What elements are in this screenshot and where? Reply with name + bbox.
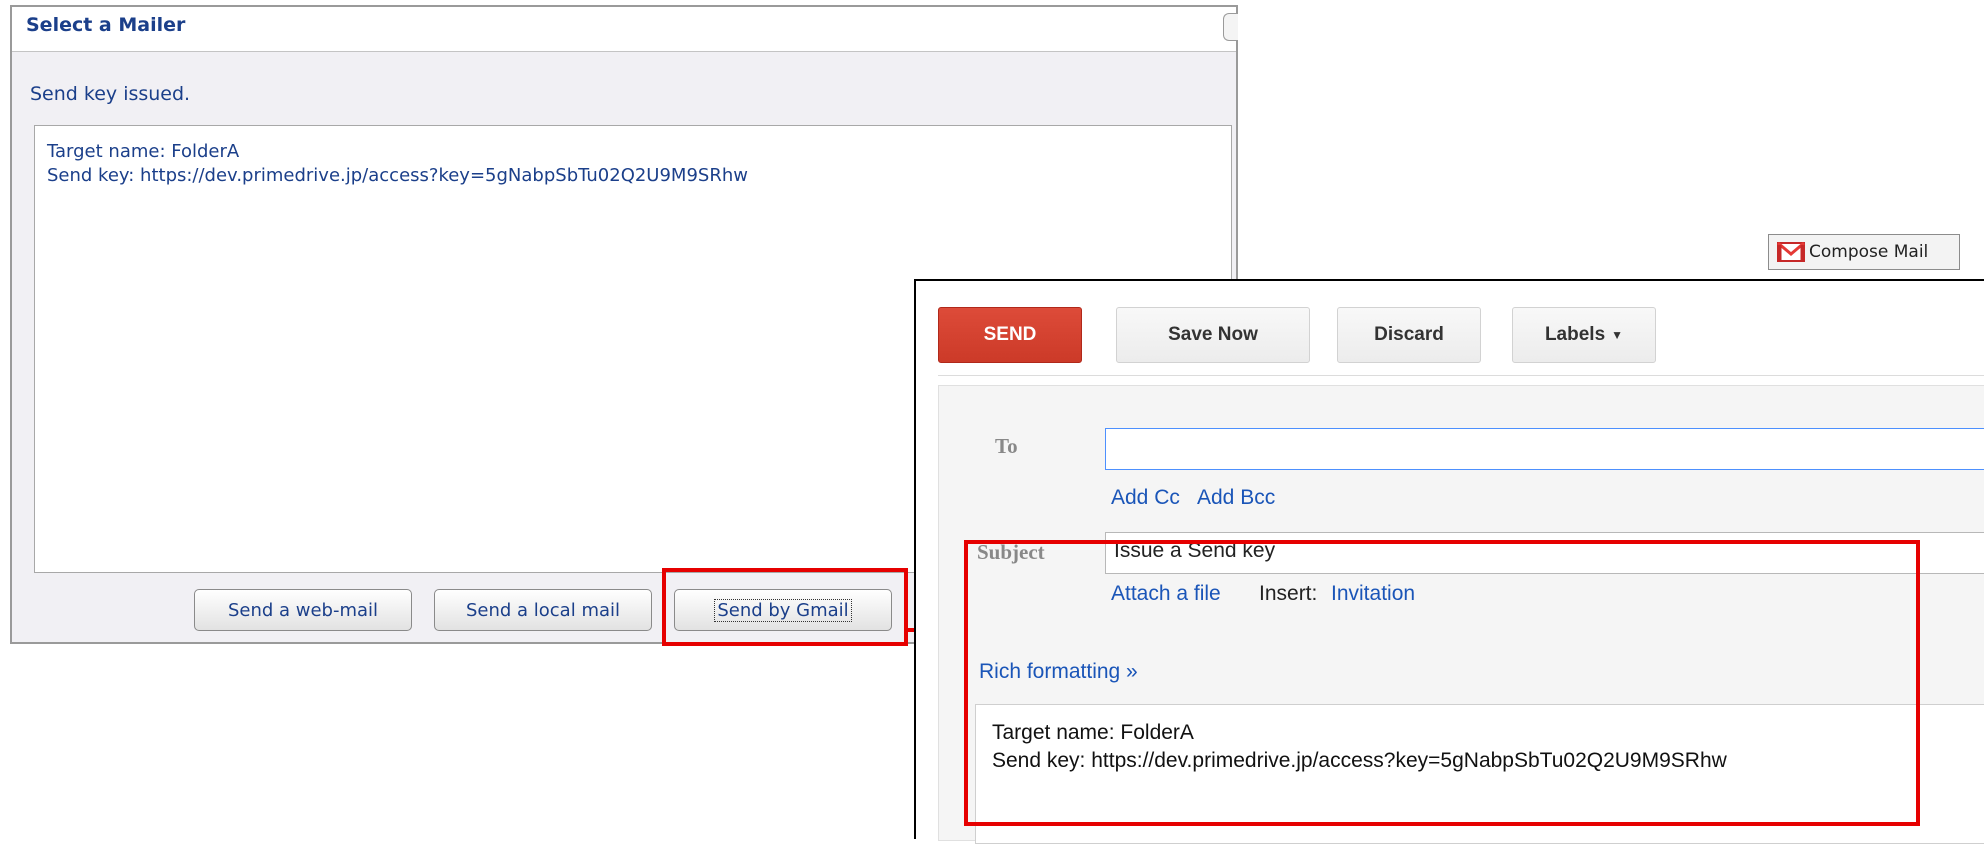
gmail-button-highlight [662, 568, 908, 646]
labels-dropdown[interactable]: Labels ▼ [1512, 307, 1656, 363]
save-now-button[interactable]: Save Now [1116, 307, 1310, 363]
compose-toolbar: SEND Save Now Discard Labels ▼ [916, 281, 1984, 369]
to-input[interactable] [1105, 428, 1984, 470]
status-message: Send key issued. [30, 83, 191, 105]
target-name-line: Target name: FolderA [47, 141, 240, 162]
gmail-icon [1777, 241, 1805, 262]
compose-mail-label: Compose Mail [1809, 242, 1929, 262]
add-cc-link[interactable]: Add Cc [1111, 486, 1180, 510]
discard-button[interactable]: Discard [1337, 307, 1481, 363]
labels-label: Labels [1544, 324, 1606, 345]
send-key-line: Send key: https://dev.primedrive.jp/acce… [47, 165, 748, 186]
chevron-down-icon: ▼ [1611, 328, 1624, 342]
compose-mail-link[interactable]: Compose Mail [1768, 234, 1960, 270]
dialog-titlebar: Select a Mailer [12, 7, 1238, 52]
subject-body-highlight [964, 540, 1920, 826]
add-bcc-link[interactable]: Add Bcc [1197, 486, 1275, 510]
send-web-mail-button[interactable]: Send a web-mail [194, 589, 412, 631]
send-button[interactable]: SEND [938, 307, 1082, 363]
dialog-title: Select a Mailer [26, 14, 186, 36]
send-local-mail-button[interactable]: Send a local mail [434, 589, 652, 631]
close-icon[interactable] [1223, 13, 1238, 41]
to-label: To [995, 434, 1018, 458]
divider [938, 375, 1984, 376]
